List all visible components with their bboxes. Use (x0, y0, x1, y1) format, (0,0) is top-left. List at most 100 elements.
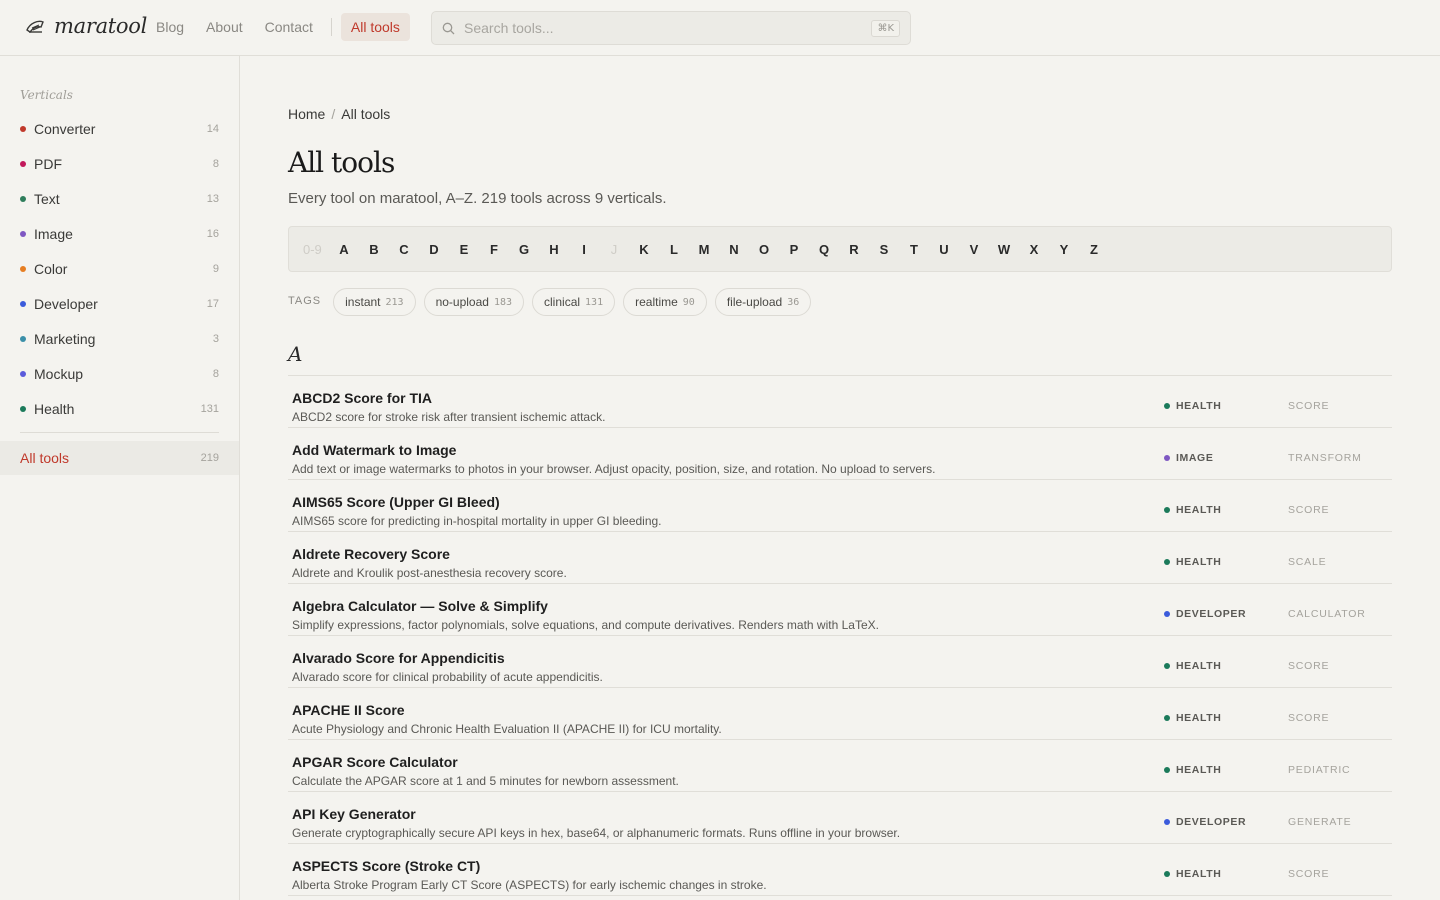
sidebar-item-label: PDF (34, 156, 62, 173)
nav-blog[interactable]: Blog (156, 13, 184, 41)
letter-link-z[interactable]: Z (1079, 242, 1109, 257)
sidebar-item-text[interactable]: Text 13 (0, 182, 239, 217)
tool-row[interactable]: Alvarado Score for Appendicitis Alvarado … (288, 636, 1392, 688)
letter-link-m[interactable]: M (689, 242, 719, 257)
letter-index: 0-9 A B C D E F G H I J K L M N O P Q R S T U V W X Y Z (288, 226, 1392, 272)
tag-chip-clinical[interactable]: clinical 131 (532, 288, 616, 316)
tool-row[interactable]: APGAR Score Calculator Calculate the APGA… (288, 740, 1392, 792)
sidebar-item-pdf[interactable]: PDF 8 (0, 147, 239, 182)
tool-title[interactable]: APACHE II Score (292, 702, 405, 718)
search-box[interactable]: ⌘K (431, 11, 911, 45)
vertical-dot-icon (1164, 403, 1170, 409)
letter-link-g[interactable]: G (509, 242, 539, 257)
search-input[interactable] (464, 20, 872, 36)
tool-title[interactable]: ABCD2 Score for TIA (292, 390, 432, 406)
letter-link-t[interactable]: T (899, 242, 929, 257)
tag-chip-no-upload[interactable]: no-upload 183 (423, 288, 525, 316)
letter-link-n[interactable]: N (719, 242, 749, 257)
letter-link-o[interactable]: O (749, 242, 779, 257)
tool-row[interactable]: Aldrete Recovery Score Aldrete and Krouli… (288, 532, 1392, 584)
tool-vertical-badge: HEALTH (1164, 764, 1221, 776)
tool-vertical-label: HEALTH (1176, 712, 1222, 724)
letter-link-b[interactable]: B (359, 242, 389, 257)
letter-link-k[interactable]: K (629, 242, 659, 257)
letter-link-v[interactable]: V (959, 242, 989, 257)
letter-link-l[interactable]: L (659, 242, 689, 257)
letter-link-s[interactable]: S (869, 242, 899, 257)
logo[interactable]: maratool (24, 14, 147, 38)
vertical-dot-icon (1164, 871, 1170, 877)
nav-about[interactable]: About (206, 13, 243, 41)
sidebar-item-marketing[interactable]: Marketing 3 (0, 321, 239, 356)
sidebar-item-count: 16 (206, 228, 219, 241)
breadcrumb-separator: / (331, 106, 336, 122)
letter-link-x[interactable]: X (1019, 242, 1049, 257)
tool-kind-label: SCORE (1288, 712, 1330, 724)
vertical-dot-icon (20, 126, 26, 133)
tag-chip-realtime[interactable]: realtime 90 (623, 288, 707, 316)
letter-link-e[interactable]: E (449, 242, 479, 257)
vertical-dot-icon (1164, 455, 1170, 461)
letter-link-a[interactable]: A (329, 242, 359, 257)
vertical-dot-icon (1164, 663, 1170, 669)
top-bar: maratool Blog About Contact All tools ⌘K (0, 0, 1440, 56)
search-shortcut: ⌘K (871, 19, 900, 37)
letter-link-y[interactable]: Y (1049, 242, 1079, 257)
sidebar-item-count: 219 (200, 452, 219, 464)
tool-title[interactable]: AIMS65 Score (Upper GI Bleed) (292, 494, 500, 510)
tool-vertical-label: HEALTH (1176, 400, 1222, 412)
nav-divider (330, 18, 332, 36)
letter-link-h[interactable]: H (539, 242, 569, 257)
logo-icon (26, 20, 44, 33)
breadcrumb-home[interactable]: Home (288, 106, 325, 122)
vertical-dot-icon (1164, 767, 1170, 773)
sidebar-item-count: 131 (200, 402, 219, 415)
sidebar-item-color[interactable]: Color 9 (0, 252, 239, 287)
letter-link-q[interactable]: Q (809, 242, 839, 257)
letter-link-u[interactable]: U (929, 242, 959, 257)
tool-vertical-label: HEALTH (1176, 504, 1222, 516)
nav-all-tools[interactable]: All tools (340, 13, 410, 41)
tool-title[interactable]: Add Watermark to Image (292, 442, 456, 458)
tool-vertical-badge: HEALTH (1164, 504, 1221, 516)
letter-link-p[interactable]: P (779, 242, 809, 257)
tool-title[interactable]: API Key Generator (292, 806, 416, 822)
vertical-dot-icon (20, 161, 26, 168)
tag-chip-instant[interactable]: instant 213 (333, 288, 416, 316)
tool-vertical-label: DEVELOPER (1176, 608, 1247, 620)
tag-count: 131 (585, 296, 604, 308)
tool-title[interactable]: Algebra Calculator — Solve & Simplify (292, 598, 548, 614)
letter-link-f[interactable]: F (479, 242, 509, 257)
tool-title[interactable]: Alvarado Score for Appendicitis (292, 650, 505, 666)
sidebar-item-all-tools[interactable]: All tools 219 (0, 441, 239, 475)
tag-chip-file-upload[interactable]: file-upload 36 (714, 288, 812, 316)
letter-link-d[interactable]: D (419, 242, 449, 257)
tool-kind-label: CALCULATOR (1288, 608, 1366, 620)
letter-link-r[interactable]: R (839, 242, 869, 257)
tool-title[interactable]: ASPECTS Score (Stroke CT) (292, 858, 480, 874)
nav-contact[interactable]: Contact (265, 13, 313, 41)
tool-kind-label: SCALE (1288, 556, 1327, 568)
tool-row[interactable]: Add Watermark to Image Add text or image … (288, 428, 1392, 480)
tool-vertical-label: IMAGE (1176, 452, 1214, 464)
page-title: All tools (288, 146, 395, 179)
tool-row[interactable]: AIMS65 Score (Upper GI Bleed) AIMS65 scor… (288, 480, 1392, 532)
tool-row[interactable]: ASPECTS Score (Stroke CT) Alberta Stroke … (288, 844, 1392, 896)
letter-link-w[interactable]: W (989, 242, 1019, 257)
sidebar-item-mockup[interactable]: Mockup 8 (0, 356, 239, 391)
sidebar-item-converter[interactable]: Converter 14 (0, 112, 239, 147)
letter-link-c[interactable]: C (389, 242, 419, 257)
sidebar-item-developer[interactable]: Developer 17 (0, 286, 239, 321)
tool-vertical-label: HEALTH (1176, 764, 1222, 776)
letter-link-i[interactable]: I (569, 242, 599, 257)
sidebar-item-count: 3 (212, 332, 219, 345)
sidebar-item-image[interactable]: Image 16 (0, 217, 239, 252)
tool-title[interactable]: APGAR Score Calculator (292, 754, 458, 770)
sidebar-item-health[interactable]: Health 131 (0, 391, 239, 426)
tool-description: Acute Physiology and Chronic Health Eval… (292, 722, 722, 736)
tool-row[interactable]: API Key Generator Generate cryptographica… (288, 792, 1392, 844)
tool-title[interactable]: Aldrete Recovery Score (292, 546, 450, 562)
tool-row[interactable]: ABCD2 Score for TIA ABCD2 score for strok… (288, 376, 1392, 428)
tool-row[interactable]: Algebra Calculator — Solve & Simplify Sim… (288, 584, 1392, 636)
tool-row[interactable]: APACHE II Score Acute Physiology and Chro… (288, 688, 1392, 740)
